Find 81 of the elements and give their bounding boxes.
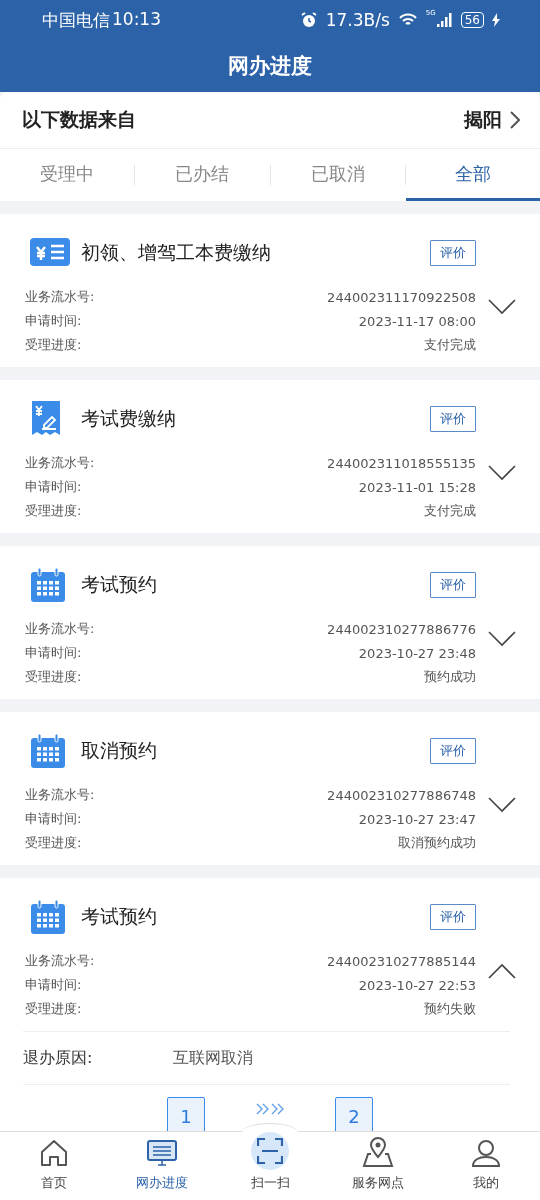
source-label: 以下数据来自: [22, 107, 137, 132]
signal-icon: [436, 13, 453, 27]
calendar-icon: [30, 734, 66, 768]
nav-tab[interactable]: 首页: [0, 1132, 108, 1200]
alarm-icon: [299, 11, 318, 29]
double-chevron-icon: [255, 1102, 285, 1115]
field-label: 受理进度:: [25, 336, 82, 354]
clock-time: 10:13: [112, 8, 161, 31]
field-label: 业务流水号:: [25, 952, 95, 970]
chevron-down-icon[interactable]: [488, 631, 516, 647]
chevron-down-icon[interactable]: [488, 465, 516, 481]
monitor-icon: [147, 1139, 177, 1167]
rate-button[interactable]: 评价: [430, 738, 476, 764]
filter-tab[interactable]: 已取消: [270, 149, 405, 201]
nav-tab[interactable]: 服务网点: [324, 1132, 432, 1200]
reason-value: 互联网取消: [173, 1047, 253, 1069]
field-value: 2023-10-27 22:53: [358, 977, 476, 993]
filter-tab[interactable]: 已办结: [135, 149, 270, 201]
field-label: 受理进度:: [25, 668, 82, 686]
field-value: 2023-11-01 15:28: [358, 479, 476, 495]
chevron-down-icon[interactable]: [488, 797, 516, 813]
rate-button[interactable]: 评价: [430, 240, 476, 266]
scan-icon: [257, 1138, 283, 1164]
user-icon: [471, 1139, 501, 1167]
step-number: 1: [167, 1097, 205, 1131]
rate-button[interactable]: 评价: [430, 904, 476, 930]
page-title: 网办进度: [228, 53, 312, 80]
field-label: 业务流水号:: [25, 786, 95, 804]
battery-level: 56: [460, 12, 484, 28]
bill-list-icon: [30, 238, 70, 268]
map-pin-icon: [362, 1137, 394, 1167]
field-label: 受理进度:: [25, 502, 82, 520]
field-value: 支付完成: [424, 502, 476, 520]
record-title: 考试预约: [81, 904, 158, 929]
field-label: 受理进度:: [25, 1000, 82, 1018]
receipt-icon: [30, 401, 62, 437]
field-value: 244002310277886776: [327, 621, 476, 637]
nav-tab[interactable]: 扫一扫: [216, 1132, 324, 1200]
field-label: 申请时间:: [25, 478, 82, 496]
field-label: 业务流水号:: [25, 620, 95, 638]
field-value: 支付完成: [424, 336, 476, 354]
wifi-icon: [397, 12, 418, 28]
carrier-name: 中国电信: [42, 8, 110, 32]
filter-tab[interactable]: 全部: [405, 149, 540, 201]
region-selector[interactable]: 揭阳: [464, 107, 520, 133]
field-value: 244002310277886748: [327, 787, 476, 803]
field-label: 申请时间:: [25, 644, 82, 662]
filter-tab[interactable]: 受理中: [0, 149, 135, 201]
field-label: 申请时间:: [25, 312, 82, 330]
chevron-up-icon[interactable]: [488, 963, 516, 979]
field-label: 申请时间:: [25, 810, 82, 828]
field-value: 244002310277885144: [327, 953, 476, 969]
calendar-icon: [30, 568, 66, 602]
step-number: 2: [335, 1097, 373, 1131]
charging-icon: [492, 13, 500, 27]
field-label: 业务流水号:: [25, 288, 95, 306]
network-speed: 17.3B/s: [325, 10, 390, 30]
rate-button[interactable]: 评价: [430, 572, 476, 598]
field-value: 取消预约成功: [398, 834, 476, 852]
record-title: 取消预约: [81, 738, 158, 763]
chevron-down-icon[interactable]: [488, 299, 516, 315]
record-title: 初领、增驾工本费缴纳: [81, 240, 272, 265]
chevron-right-icon: [510, 111, 520, 129]
field-label: 申请时间:: [25, 976, 82, 994]
field-value: 预约失败: [424, 1000, 476, 1018]
field-value: 2023-10-27 23:48: [358, 645, 476, 661]
home-icon: [39, 1139, 69, 1167]
nav-tab[interactable]: 我的: [432, 1132, 540, 1200]
record-title: 考试预约: [81, 572, 158, 597]
field-value: 244002311018555135: [327, 455, 476, 471]
field-value: 244002311170922508: [327, 289, 476, 305]
record-title: 考试费缴纳: [81, 406, 177, 431]
field-label: 业务流水号:: [25, 454, 95, 472]
reason-label: 退办原因:: [23, 1047, 94, 1069]
field-value: 预约成功: [424, 668, 476, 686]
nav-tab[interactable]: 网办进度: [108, 1132, 216, 1200]
field-label: 受理进度:: [25, 834, 82, 852]
field-value: 2023-11-17 08:00: [358, 313, 476, 329]
calendar-icon: [30, 900, 66, 934]
field-value: 2023-10-27 23:47: [358, 811, 476, 827]
rate-button[interactable]: 评价: [430, 406, 476, 432]
